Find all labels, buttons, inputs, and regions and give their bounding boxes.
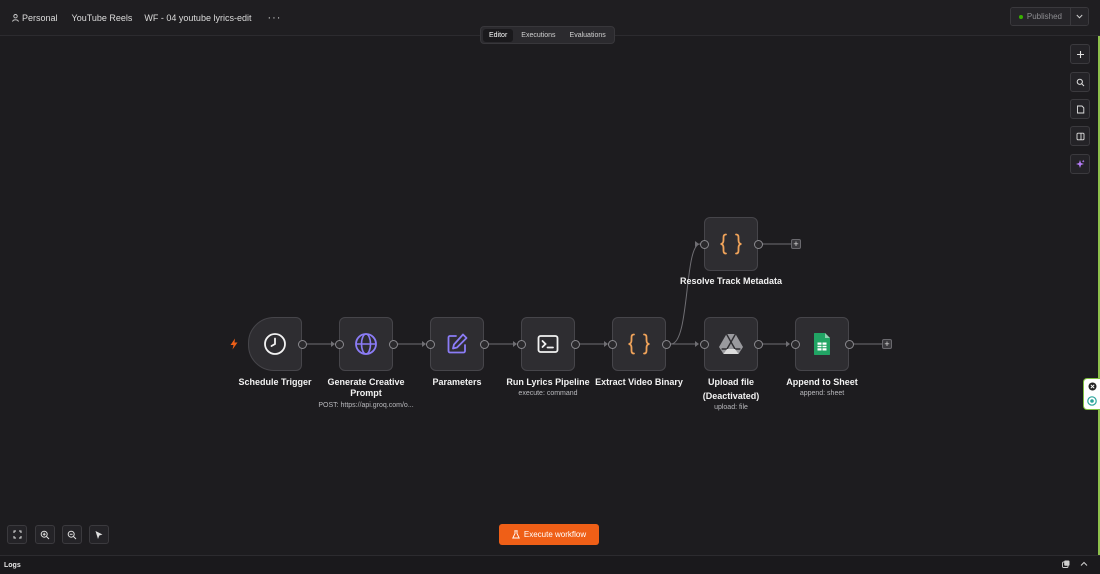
input-handle[interactable] (700, 240, 709, 249)
pointer-tool-button[interactable] (89, 525, 109, 544)
code-braces-icon (628, 333, 650, 355)
output-handle[interactable] (845, 340, 854, 349)
code-braces-icon (720, 233, 742, 255)
add-next-node-button[interactable]: + (791, 239, 801, 249)
output-handle[interactable] (389, 340, 398, 349)
browser-extension-widget[interactable] (1083, 378, 1100, 410)
zoom-in-button[interactable] (35, 525, 55, 544)
output-handle[interactable] (571, 340, 580, 349)
zoom-out-button[interactable] (62, 525, 82, 544)
google-drive-icon (719, 333, 743, 354)
flask-icon (511, 530, 520, 539)
execute-workflow-button[interactable]: Execute workflow (499, 524, 599, 545)
node-subtitle-run-lyrics-pipeline: execute: command (518, 390, 578, 397)
terminal-icon (537, 335, 559, 353)
node-resolve-track-metadata[interactable] (704, 217, 758, 271)
logs-label: Logs (4, 561, 21, 569)
output-handle[interactable] (298, 340, 307, 349)
zoom-in-icon (40, 530, 50, 539)
node-label-append-to-sheet: Append to Sheet (786, 377, 858, 387)
input-handle[interactable] (700, 340, 709, 349)
node-run-lyrics-pipeline[interactable] (521, 317, 575, 371)
output-handle[interactable] (480, 340, 489, 349)
output-handle[interactable] (754, 240, 763, 249)
cursor-icon (95, 530, 103, 539)
input-handle[interactable] (608, 340, 617, 349)
logs-panel-bar[interactable]: Logs (0, 555, 1100, 574)
fit-view-icon (13, 530, 21, 539)
pencil-icon (447, 333, 468, 354)
node-subtitle-upload-file: upload: file (714, 404, 748, 411)
output-handle[interactable] (754, 340, 763, 349)
execute-workflow-label: Execute workflow (523, 530, 587, 539)
node-schedule-trigger[interactable] (248, 317, 302, 371)
chevron-up-icon[interactable] (1080, 560, 1088, 568)
fit-view-button[interactable] (7, 525, 27, 544)
popout-icon[interactable] (1062, 560, 1070, 568)
node-subtitle-generate-creative-prompt: POST: https://api.groq.com/o... (318, 402, 414, 409)
close-circle-icon[interactable] (1088, 382, 1097, 391)
node-generate-creative-prompt[interactable] (339, 317, 393, 371)
input-handle[interactable] (426, 340, 435, 349)
clock-icon (264, 333, 286, 355)
node-extract-video-binary[interactable] (612, 317, 666, 371)
zoom-out-icon (67, 530, 77, 539)
node-label-line: Prompt (350, 388, 382, 398)
node-parameters[interactable] (430, 317, 484, 371)
input-handle[interactable] (517, 340, 526, 349)
input-handle[interactable] (335, 340, 344, 349)
output-handle[interactable] (662, 340, 671, 349)
node-append-to-sheet[interactable] (795, 317, 849, 371)
input-handle[interactable] (791, 340, 800, 349)
trigger-bolt-icon (230, 338, 238, 350)
node-upload-file[interactable] (704, 317, 758, 371)
google-sheets-icon (813, 333, 830, 356)
globe-icon (355, 333, 377, 355)
connection-lines (307, 241, 882, 347)
extension-logo-icon[interactable] (1087, 396, 1097, 407)
node-subtitle-append-to-sheet: append: sheet (799, 390, 845, 397)
add-next-node-button[interactable]: + (882, 339, 892, 349)
logs-actions (1062, 560, 1088, 568)
node-label-resolve-track-metadata: Resolve Track Metadata (679, 276, 783, 286)
